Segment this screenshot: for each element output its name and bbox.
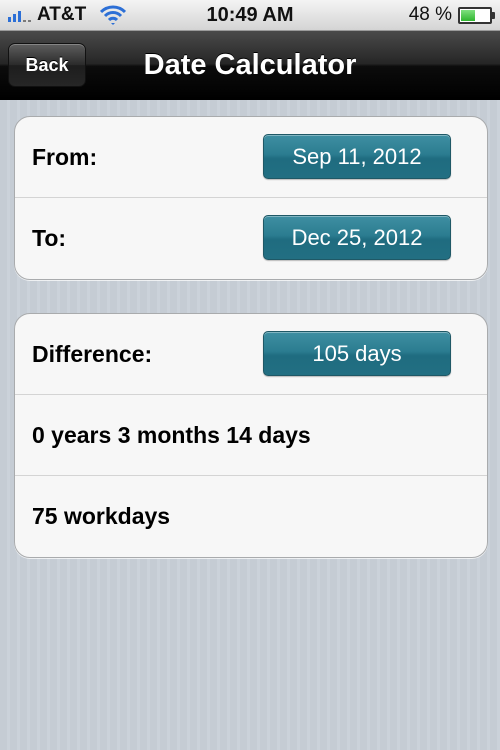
breakdown-row: 0 years 3 months 14 days [15,395,487,476]
battery-status: 48 % [408,0,495,30]
results-group: Difference: 105 days 0 years 3 months 14… [14,313,488,558]
battery-level-fill [461,9,476,21]
status-bar: AT&T 10:49 AM 48 % [0,0,500,31]
date-range-group: From: Sep 11, 2012 To: Dec 25, 2012 [14,116,488,280]
page-title: Date Calculator [143,48,357,81]
to-label: To: [32,225,67,251]
battery-icon [458,6,495,24]
from-label: From: [32,144,98,170]
battery-percent: 48 % [408,4,452,25]
difference-label: Difference: [32,341,153,367]
difference-row: Difference: 105 days [15,314,487,395]
to-row: To: Dec 25, 2012 [15,198,487,279]
difference-breakdown: 0 years 3 months 14 days [32,422,311,448]
from-row: From: Sep 11, 2012 [15,117,487,198]
workdays-row: 75 workdays [15,476,487,557]
to-date-button[interactable]: Dec 25, 2012 [263,215,451,260]
workdays-count: 75 workdays [32,503,171,529]
back-button[interactable]: Back [8,43,86,87]
difference-value-button[interactable]: 105 days [263,331,451,376]
from-date-button[interactable]: Sep 11, 2012 [263,134,451,179]
navigation-bar: Back Date Calculator [0,31,500,100]
